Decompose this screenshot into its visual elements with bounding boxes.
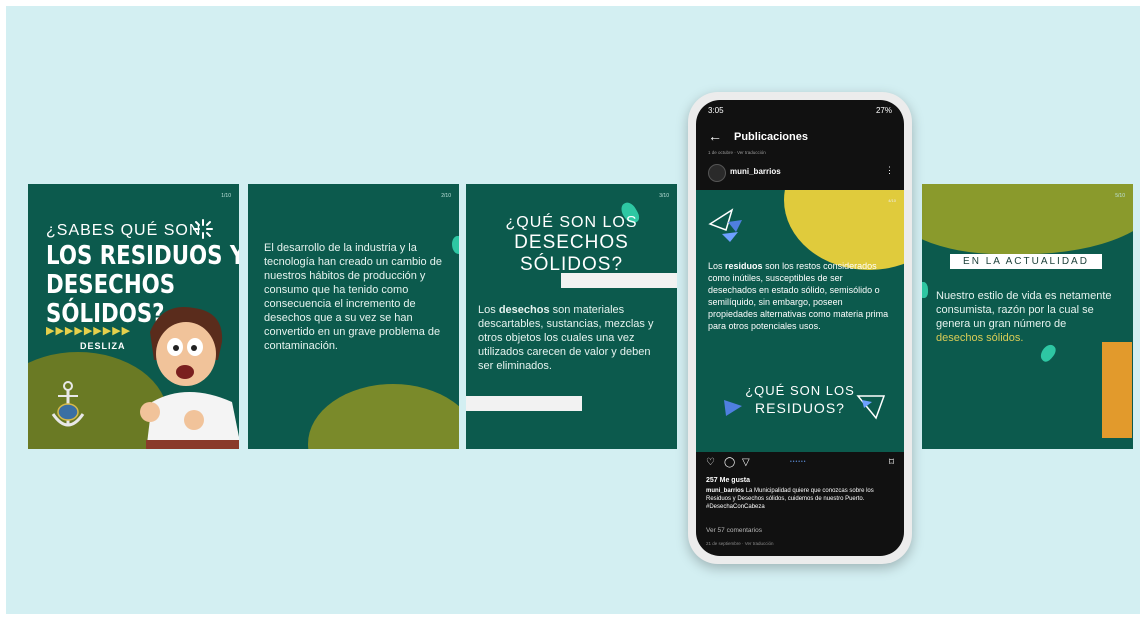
triangle-decoration-icon — [856, 395, 886, 420]
text-bold: desechos — [498, 304, 550, 316]
username-link[interactable]: muni_barrios — [730, 167, 781, 176]
post-actions: ♡ ◯ ▽ •••••• ⌑ — [696, 455, 904, 473]
comment-icon[interactable]: ◯ — [724, 457, 735, 468]
caption-username[interactable]: muni_barrios — [706, 488, 744, 494]
phone-screen: 3:05 27% ← Publicaciones 1 de octubre · … — [696, 100, 904, 556]
slide-1: 1/10 ¿SABES QUÉ SON LOS RESIDUOS Y DESEC… — [28, 184, 239, 449]
status-bar: 3:05 27% — [708, 106, 892, 115]
yellow-wave — [784, 190, 904, 270]
triangle-decoration-icon — [708, 208, 742, 242]
text-start: Nuestro estilo de vida es netamente cons… — [936, 290, 1112, 330]
post-image[interactable]: 4/10 Los residuos son los restos conside… — [696, 190, 904, 452]
swipe-label: DESLIZA — [80, 341, 126, 351]
post-caption: muni_barrios La Municipalidad quiere que… — [706, 487, 896, 511]
slide-5: 5/10 EN LA ACTUALIDAD Nuestro estilo de … — [922, 184, 1133, 449]
page-number: 4/10 — [888, 198, 896, 203]
page-number: 3/10 — [659, 193, 669, 199]
text-bold: residuos — [725, 261, 763, 271]
text-lead: Los — [478, 304, 496, 316]
more-vertical-icon[interactable]: ⋮ — [885, 165, 894, 176]
slide-body-text: El desarrollo de la industria y la tecno… — [264, 242, 442, 352]
page-number: 2/10 — [441, 193, 451, 199]
olive-blob — [308, 384, 459, 449]
decorative-bar — [466, 396, 582, 411]
view-comments-link[interactable]: Ver 57 comentarios — [706, 527, 762, 534]
slide-3: 3/10 ¿QUÉ SON LOS DESECHOS SÓLIDOS? Los … — [466, 184, 677, 449]
page-number: 5/10 — [1115, 193, 1125, 199]
post-body-text: Los residuos son los restos considerados… — [708, 260, 893, 332]
accent-blob — [452, 236, 459, 254]
post-date: 21 de septiembre · Ver traducción — [706, 541, 774, 546]
page-number: 1/10 — [221, 193, 231, 199]
slide-2: 2/10 El desarrollo de la industria y la … — [248, 184, 459, 449]
slide-body-text: Nuestro estilo de vida es netamente cons… — [936, 289, 1116, 345]
arrow-left-icon[interactable]: ← — [708, 128, 722, 144]
slide-title-line2: LOS RESIDUOS Y — [46, 241, 239, 271]
accent-blob — [922, 282, 928, 298]
page-title: Publicaciones — [734, 131, 808, 143]
likes-count[interactable]: 257 Me gusta — [706, 477, 750, 484]
text-rest: son los restos considerados como inútile… — [708, 261, 889, 331]
carousel-indicator: •••••• — [790, 459, 807, 465]
decorative-bar — [561, 273, 677, 288]
municipal-anchor-logo — [51, 381, 85, 427]
shopping-bag-illustration — [1102, 342, 1132, 438]
character-illustration — [140, 307, 239, 449]
post-header: muni_barrios ⋮ — [696, 160, 904, 186]
text-lead: Los — [708, 261, 723, 271]
battery-level: 27% — [875, 106, 892, 115]
bookmark-icon[interactable]: ⌑ — [889, 457, 894, 468]
sparkle-icon — [193, 219, 213, 239]
section-label: EN LA ACTUALIDAD — [950, 254, 1102, 269]
arrows-decoration: ▶▶▶▶▶▶▶▶▶ — [46, 325, 132, 337]
top-bar: ← Publicaciones 1 de octubre · Ver tradu… — [696, 124, 904, 155]
olive-wave — [922, 184, 1133, 254]
status-time: 3:05 — [708, 106, 724, 115]
triangle-decoration-icon — [724, 400, 742, 416]
send-icon[interactable]: ▽ — [742, 457, 750, 468]
avatar[interactable] — [708, 164, 726, 182]
mockup-stage: 1/10 ¿SABES QUÉ SON LOS RESIDUOS Y DESEC… — [6, 6, 1140, 614]
slide-heading-line2: DESECHOS SÓLIDOS? — [514, 232, 629, 275]
slide-title-line1: ¿SABES QUÉ SON — [46, 222, 202, 239]
heart-icon[interactable]: ♡ — [706, 457, 715, 468]
phone-mockup: 3:05 27% ← Publicaciones 1 de octubre · … — [688, 92, 912, 564]
slide-heading-line1: ¿QUÉ SON LOS — [505, 214, 638, 231]
accent-blob — [1037, 342, 1059, 364]
text-highlight: desechos sólidos. — [936, 332, 1024, 344]
top-bar-subtitle: 1 de octubre · Ver traducción — [708, 150, 766, 155]
slide-body-text: Los desechos son materiales descartables… — [478, 303, 668, 373]
